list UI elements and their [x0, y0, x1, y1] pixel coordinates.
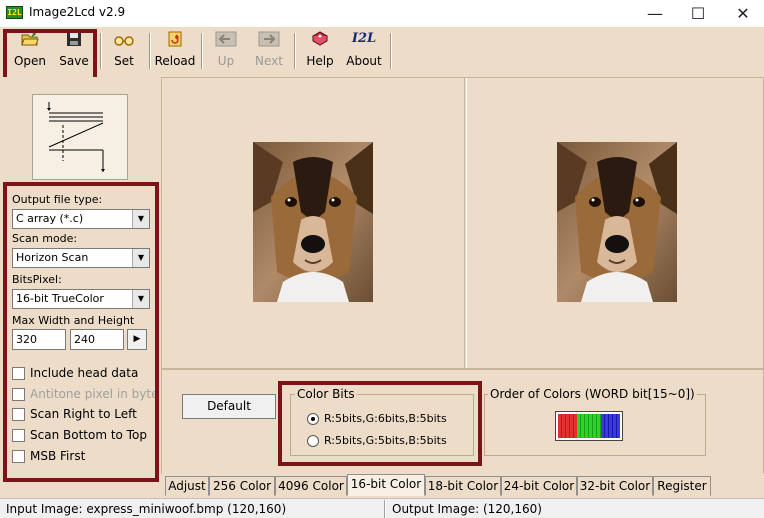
- close-button[interactable]: ✕: [720, 0, 764, 27]
- output-image-status: Output Image: (120,160): [392, 502, 542, 516]
- tab-24-bit-color[interactable]: 24-bit Color: [501, 476, 577, 496]
- preview-area: [161, 77, 764, 369]
- toolbar-separator: [201, 33, 203, 69]
- app-icon: I2L: [6, 6, 23, 19]
- red-bits-swatch: [558, 414, 578, 438]
- color-order-group: Order of Colors (WORD bit[15~0]): [484, 387, 706, 456]
- color-order-title: Order of Colors (WORD bit[15~0]): [488, 387, 697, 401]
- tab-32-bit-color[interactable]: 32-bit Color: [577, 476, 653, 496]
- green-bits-swatch: [577, 414, 601, 438]
- toolbar-separator: [149, 33, 151, 69]
- up-button[interactable]: Up: [206, 31, 246, 73]
- about-button[interactable]: I2L About: [343, 31, 385, 73]
- status-bar: Input Image: express_miniwoof.bmp (120,1…: [0, 498, 764, 518]
- glasses-icon: [106, 31, 142, 53]
- toolbar-separator: [294, 33, 296, 69]
- highlight-box-settings: [3, 182, 159, 482]
- input-image-status: Input Image: express_miniwoof.bmp (120,1…: [6, 502, 287, 516]
- tab-16-bit-color[interactable]: 16-bit Color: [347, 474, 425, 496]
- set-button[interactable]: Set: [106, 31, 142, 73]
- tab-register[interactable]: Register: [653, 476, 711, 496]
- color-order-swatch: [555, 411, 623, 441]
- next-button[interactable]: Next: [249, 31, 289, 73]
- i2l-logo-icon: I2L: [351, 31, 377, 46]
- window-title: Image2Lcd v2.9: [29, 5, 126, 19]
- left-arrow-icon: [206, 31, 246, 53]
- help-button[interactable]: Help: [300, 31, 340, 73]
- default-button[interactable]: Default: [182, 394, 276, 419]
- help-book-icon: [300, 31, 340, 53]
- maximize-button[interactable]: ☐: [675, 0, 721, 27]
- right-arrow-icon: [249, 31, 289, 53]
- reload-icon: [154, 31, 196, 53]
- status-separator: [384, 500, 386, 518]
- tab-4096-color[interactable]: 4096 Color: [275, 476, 347, 496]
- title-bar: I2L Image2Lcd v2.9 — ☐ ✕: [0, 0, 764, 27]
- output-image-preview: [557, 142, 677, 302]
- tab-adjust[interactable]: Adjust: [165, 476, 209, 496]
- minimize-button[interactable]: —: [632, 0, 678, 27]
- tab-bar: Adjust 256 Color 4096 Color 16-bit Color…: [161, 474, 764, 498]
- toolbar-separator: [390, 33, 392, 69]
- input-image-preview: [253, 142, 373, 302]
- toolbar-separator: [100, 33, 102, 69]
- blue-bits-swatch: [600, 414, 620, 438]
- highlight-box-color-bits: [278, 381, 482, 466]
- tab-256-color[interactable]: 256 Color: [209, 476, 275, 496]
- tab-18-bit-color[interactable]: 18-bit Color: [425, 476, 501, 496]
- scan-pattern-icon: [32, 94, 128, 180]
- reload-button[interactable]: Reload: [154, 31, 196, 73]
- preview-divider: [464, 78, 467, 368]
- toolbar: Open Save Set Reload Up Next Help I2L Ab…: [0, 27, 764, 77]
